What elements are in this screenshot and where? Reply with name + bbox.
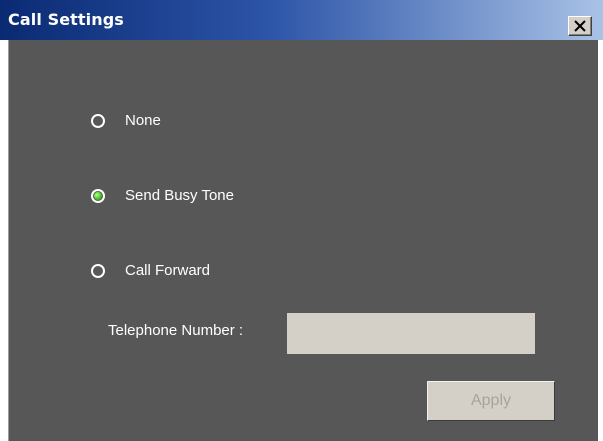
window-title: Call Settings (8, 10, 124, 29)
close-button[interactable] (568, 16, 592, 36)
option-none[interactable]: None (91, 112, 161, 129)
close-icon (574, 20, 586, 32)
option-none-label: None (125, 112, 161, 129)
option-send-busy-tone-label: Send Busy Tone (125, 187, 234, 204)
call-settings-window: Call Settings None Send Busy Tone Call F… (0, 0, 603, 441)
telephone-number-input[interactable] (287, 313, 535, 354)
option-call-forward-label: Call Forward (125, 262, 211, 279)
telephone-number-label: Telephone Number : (108, 322, 244, 339)
apply-button[interactable]: Apply (427, 381, 555, 421)
option-send-busy-tone[interactable]: Send Busy Tone (91, 187, 234, 204)
option-call-forward[interactable]: Call Forward (91, 262, 210, 279)
radio-none[interactable] (91, 113, 105, 128)
radio-call-forward[interactable] (91, 263, 105, 278)
radio-send-busy-tone[interactable] (91, 188, 105, 203)
title-bar: Call Settings (0, 0, 603, 40)
settings-panel: None Send Busy Tone Call Forward Telepho… (8, 40, 598, 441)
